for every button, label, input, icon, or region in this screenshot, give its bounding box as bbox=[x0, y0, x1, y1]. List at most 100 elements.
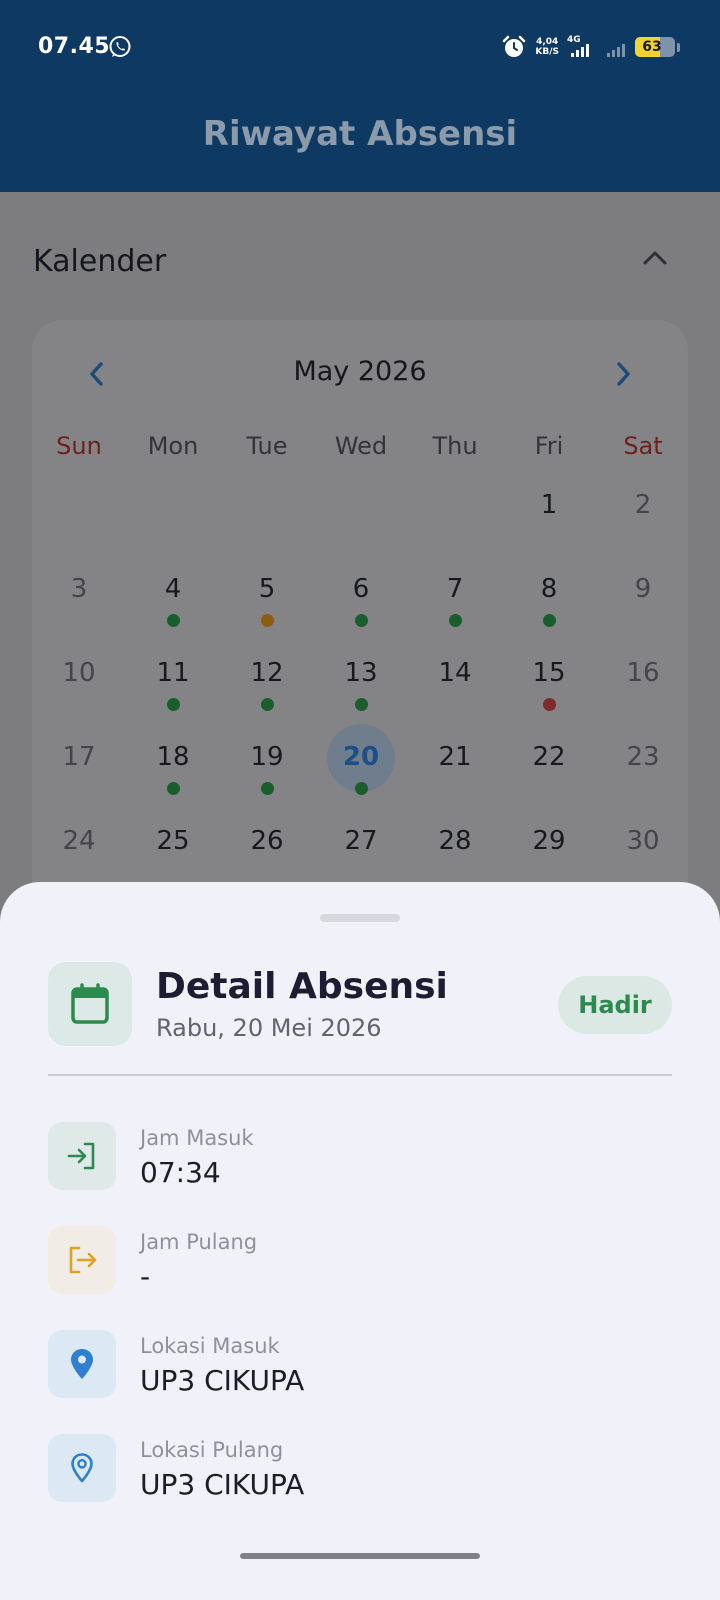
weekday-label: Fri bbox=[534, 432, 564, 460]
attendance-marker-dot bbox=[167, 782, 180, 795]
logout-icon bbox=[69, 1246, 97, 1274]
network-speed: 4,04 KB/S bbox=[535, 37, 559, 57]
gesture-navigation-bar[interactable] bbox=[240, 1553, 480, 1559]
attendance-marker-dot bbox=[167, 614, 180, 627]
calendar-day-empty bbox=[408, 480, 502, 564]
calendar-day[interactable]: 23 bbox=[596, 732, 690, 816]
attendance-marker-dot bbox=[355, 782, 368, 795]
calendar-day-number: 22 bbox=[532, 742, 566, 772]
calendar-day[interactable]: 17 bbox=[32, 732, 126, 816]
weekday-label: Sat bbox=[623, 432, 663, 460]
status-time: 07.45 bbox=[38, 34, 111, 59]
calendar-day[interactable]: 14 bbox=[408, 648, 502, 732]
attendance-marker-dot bbox=[543, 614, 556, 627]
weekday-label: Wed bbox=[334, 432, 388, 460]
signal-secondary-icon bbox=[603, 35, 627, 59]
calendar-day[interactable]: 11 bbox=[126, 648, 220, 732]
network-speed-value: 4,04 bbox=[536, 37, 559, 47]
calendar-day-empty bbox=[32, 480, 126, 564]
attendance-detail-sheet: Detail Absensi Rabu, 20 Mei 2026 Hadir J… bbox=[0, 882, 720, 1600]
detail-date: Rabu, 20 Mei 2026 bbox=[156, 1014, 382, 1042]
calendar-day[interactable]: 2 bbox=[596, 480, 690, 564]
attendance-marker-dot bbox=[261, 698, 274, 711]
detail-row-check-out-location: Lokasi Pulang UP3 CIKUPA bbox=[48, 1434, 672, 1504]
detail-label: Lokasi Pulang bbox=[140, 1438, 284, 1462]
divider bbox=[48, 1074, 672, 1076]
attendance-marker-dot bbox=[449, 614, 462, 627]
calendar-day[interactable]: 5 bbox=[220, 564, 314, 648]
battery-level: 63 bbox=[642, 39, 662, 55]
calendar-day-number: 21 bbox=[438, 742, 472, 772]
detail-label: Jam Pulang bbox=[140, 1230, 258, 1254]
calendar-day-number: 25 bbox=[156, 826, 190, 856]
calendar-day[interactable]: 12 bbox=[220, 648, 314, 732]
calendar-day-number: 23 bbox=[626, 742, 660, 772]
calendar-day-number: 14 bbox=[438, 658, 472, 688]
calendar-day-empty bbox=[126, 480, 220, 564]
calendar-day-number: 17 bbox=[62, 742, 96, 772]
calendar-day-number: 9 bbox=[634, 574, 652, 604]
calendar-day[interactable]: 8 bbox=[502, 564, 596, 648]
calendar-day[interactable]: 1 bbox=[502, 480, 596, 564]
detail-row-check-out: Jam Pulang - bbox=[48, 1226, 672, 1296]
calendar-month-label: May 2026 bbox=[293, 356, 427, 387]
calendar-day[interactable]: 10 bbox=[32, 648, 126, 732]
chevron-up-icon[interactable] bbox=[640, 246, 670, 270]
calendar-day[interactable]: 15 bbox=[502, 648, 596, 732]
calendar-day-number: 12 bbox=[250, 658, 284, 688]
calendar-day-number: 3 bbox=[70, 574, 88, 604]
calendar-day[interactable]: 18 bbox=[126, 732, 220, 816]
calendar-day[interactable]: 20 bbox=[314, 724, 408, 816]
calendar-day-number: 7 bbox=[446, 574, 464, 604]
calendar-day-number: 4 bbox=[164, 574, 182, 604]
signal-bars-icon bbox=[571, 44, 589, 57]
calendar-day[interactable]: 13 bbox=[314, 648, 408, 732]
status-bar: 07.45 4,04 KB/S 4G 63 bbox=[0, 0, 720, 92]
calendar-day-number: 15 bbox=[532, 658, 566, 688]
calendar-day[interactable]: 7 bbox=[408, 564, 502, 648]
detail-value: UP3 CIKUPA bbox=[140, 1468, 305, 1501]
calendar-day-number: 5 bbox=[258, 574, 276, 604]
calendar-day[interactable]: 4 bbox=[126, 564, 220, 648]
calendar-day[interactable]: 9 bbox=[596, 564, 690, 648]
calendar-day[interactable]: 19 bbox=[220, 732, 314, 816]
calendar-day[interactable]: 21 bbox=[408, 732, 502, 816]
calendar-icon bbox=[71, 983, 109, 1024]
location-filled-icon bbox=[71, 1349, 93, 1379]
detail-row-check-in-location: Lokasi Masuk UP3 CIKUPA bbox=[48, 1330, 672, 1400]
detail-label: Lokasi Masuk bbox=[140, 1334, 280, 1358]
calendar-day[interactable]: 6 bbox=[314, 564, 408, 648]
calendar-day-empty bbox=[314, 480, 408, 564]
calendar-weekday-header: Sun Mon Tue Wed Thu Fri Sat bbox=[32, 432, 688, 460]
weekday-label: Sun bbox=[56, 432, 102, 460]
sheet-drag-handle[interactable] bbox=[320, 914, 400, 922]
check-out-location-icon-box bbox=[48, 1434, 116, 1502]
detail-header-icon-box bbox=[48, 962, 132, 1046]
calendar-day[interactable]: 3 bbox=[32, 564, 126, 648]
calendar-day[interactable]: 16 bbox=[596, 648, 690, 732]
battery-icon: 63 bbox=[635, 37, 675, 57]
check-out-icon-box bbox=[48, 1226, 116, 1294]
network-speed-unit: KB/S bbox=[535, 47, 559, 57]
attendance-marker-dot bbox=[261, 782, 274, 795]
calendar-day-number: 16 bbox=[626, 658, 660, 688]
detail-title: Detail Absensi bbox=[156, 966, 448, 1007]
calendar-day-number: 6 bbox=[352, 574, 370, 604]
calendar-day-empty bbox=[220, 480, 314, 564]
signal-4g: 4G bbox=[567, 35, 595, 59]
calendar-day[interactable]: 22 bbox=[502, 732, 596, 816]
chevron-right-icon[interactable] bbox=[608, 358, 638, 390]
calendar-day-number: 1 bbox=[540, 490, 558, 520]
detail-value: - bbox=[140, 1260, 151, 1293]
calendar-day-number: 18 bbox=[156, 742, 190, 772]
calendar-day-number: 13 bbox=[344, 658, 378, 688]
weekday-label: Thu bbox=[432, 432, 478, 460]
detail-row-check-in: Jam Masuk 07:34 bbox=[48, 1122, 672, 1192]
detail-value: UP3 CIKUPA bbox=[140, 1364, 305, 1397]
calendar-day-number: 30 bbox=[626, 826, 660, 856]
attendance-marker-dot bbox=[543, 698, 556, 711]
check-in-icon-box bbox=[48, 1122, 116, 1190]
attendance-marker-dot bbox=[167, 698, 180, 711]
weekday-label: Tue bbox=[246, 432, 288, 460]
calendar-day-number: 11 bbox=[156, 658, 190, 688]
